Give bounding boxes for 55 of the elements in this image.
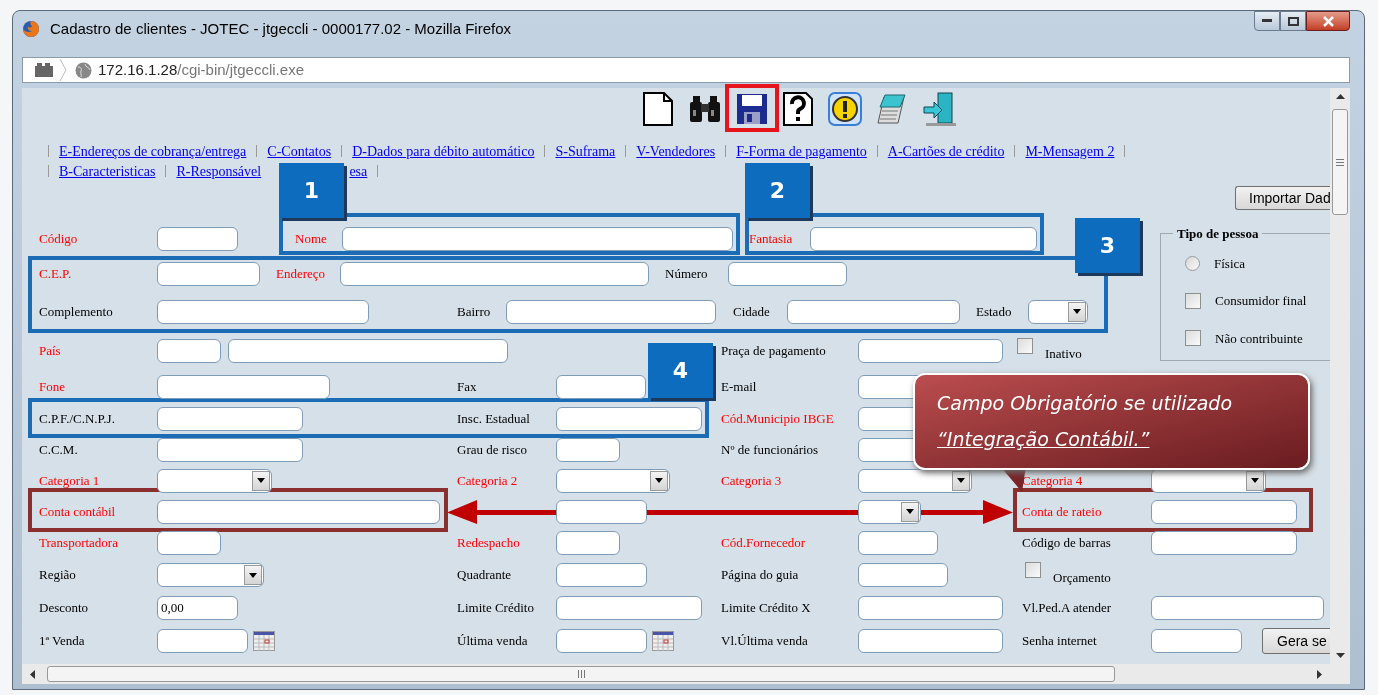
field-label: C.E.P. (39, 264, 73, 283)
option-label: Consumidor final (1215, 292, 1307, 310)
field-label: Código (39, 229, 79, 248)
field-label: Fone (39, 378, 66, 397)
field-label: 1ª Venda (39, 632, 86, 651)
field-label: País (39, 341, 62, 360)
field-label: Quadrante (457, 566, 513, 585)
field-label: C.P.F./C.N.P.J. (39, 410, 116, 429)
field-label: Vl.Ped.A atender (1022, 598, 1113, 617)
field-label: Limite Crédito X (721, 598, 812, 617)
option-label: Física (1214, 254, 1246, 273)
panel-title: Tipo de pessoa (1176, 225, 1260, 243)
field-label: Número (665, 264, 709, 283)
field-label: Vl.Última venda (721, 632, 809, 651)
field-label: Limite Crédito (457, 598, 535, 617)
field-label: Cidade (733, 302, 771, 321)
field-label: Categoria 3 (721, 471, 783, 490)
field-label: Cód.Municipio IBGE (721, 410, 835, 429)
step-number-badge: 3 (1075, 218, 1140, 273)
field-label: Fax (457, 378, 478, 397)
field-label: Endereço (276, 264, 327, 283)
field-label: C.C.M. (39, 440, 79, 459)
field-label: Conta de rateio (1022, 502, 1103, 521)
field-label: Cód.Fornecedor (721, 534, 807, 553)
field-label: Estado (976, 302, 1013, 321)
window-title: Cadastro de clientes - JOTEC - jtgeccli - 0000177.02 - Mozilla Firefox (50, 18, 511, 39)
field-label: Conta contábil (39, 502, 117, 521)
field-label: Última venda (457, 632, 529, 651)
field-label: Nome (295, 229, 328, 248)
step-number-badge: 4 (648, 343, 713, 398)
field-label: Categoria 2 (457, 471, 519, 490)
field-label: Insc. Estadual (457, 410, 531, 429)
field-label: Código de barras (1022, 534, 1112, 553)
field-label: Grau de risco (457, 440, 529, 459)
field-label: Desconto (39, 598, 90, 617)
option-label: Não contribuinte (1215, 329, 1303, 348)
step-number-badge: 2 (745, 163, 810, 218)
field-label: E-mail (721, 378, 758, 397)
field-label: Região (39, 566, 77, 585)
field-label: Categoria 1 (39, 471, 101, 490)
field-label: Página do guia (721, 566, 800, 585)
field-label: Senha internet (1022, 632, 1098, 651)
callout-text: Campo Obrigatório se utilizado “Integração Contábil.” (937, 391, 1234, 452)
field-label: Nº de funcionários (721, 440, 820, 459)
url-text: 172.16.1.28/cgi-bin/jtgeccli.exe (98, 59, 304, 80)
field-label: Fantasia (749, 229, 794, 248)
field-label: Categoria 4 (1022, 471, 1084, 490)
field-label: Redespacho (457, 534, 521, 553)
field-label: Bairro (457, 302, 492, 321)
checkbox-label: Inativo (1045, 344, 1082, 363)
field-label: Praça de pagamento (721, 341, 827, 360)
field-label: Complemento (39, 302, 114, 321)
field-label: Transportadora (39, 534, 119, 553)
checkbox-label: Orçamento (1053, 569, 1111, 588)
step-number-badge: 1 (279, 163, 344, 218)
